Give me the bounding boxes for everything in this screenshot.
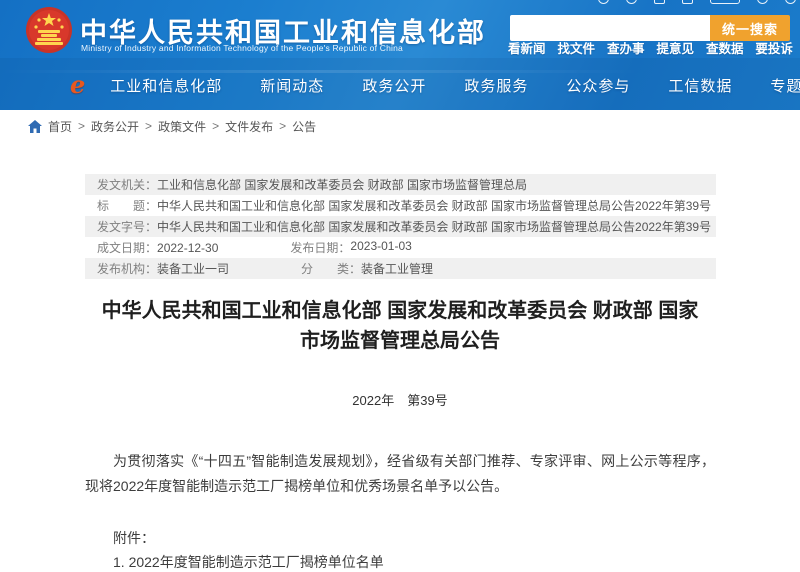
nav-item-topics[interactable]: 专题专栏 bbox=[770, 75, 800, 96]
meta-value: 2022-12-30 bbox=[157, 241, 218, 255]
meta-label: 成文日期： bbox=[97, 239, 157, 256]
attachment-item: 1. 2022年度智能制造示范工厂揭榜单位名单 bbox=[113, 551, 715, 572]
meta-row-doc-number: 发文字号： 中华人民共和国工业和信息化部 国家发展和改革委员会 财政部 国家市场… bbox=[85, 216, 716, 237]
meta-row-title: 标 题： 中华人民共和国工业和信息化部 国家发展和改革委员会 财政部 国家市场监… bbox=[85, 195, 716, 216]
quick-link-news[interactable]: 看新闻 bbox=[508, 38, 546, 57]
meta-value: 工业和信息化部 国家发展和改革委员会 财政部 国家市场监督管理总局 bbox=[157, 176, 527, 193]
breadcrumb-current: 公告 bbox=[292, 118, 316, 135]
breadcrumb-separator: > bbox=[212, 119, 219, 133]
document-paragraph: 为贯彻落实《“十四五”智能制造发展规划》，经省级有关部门推荐、专家评审、网上公示… bbox=[85, 449, 715, 499]
meta-value: 装备工业管理 bbox=[361, 260, 433, 277]
meta-label: 发布机构： bbox=[97, 260, 157, 277]
quick-links: 看新闻 找文件 查办事 提意见 查数据 要投诉 bbox=[508, 38, 793, 57]
attachment-link-1[interactable]: 1. 2022年度智能制造示范工厂揭榜单位名单 bbox=[113, 554, 384, 570]
attachments-label: 附件： bbox=[113, 527, 715, 549]
meta-label: 发文机关： bbox=[97, 176, 157, 193]
main-nav: e 工业和信息化部 新闻动态 政务公开 政务服务 公众参与 工信数据 专题专栏 bbox=[0, 60, 800, 110]
home-icon[interactable] bbox=[28, 120, 42, 133]
topbar-icon-3[interactable] bbox=[654, 0, 665, 4]
topbar-icon-strip bbox=[598, 0, 798, 7]
site-header: 中华人民共和国工业和信息化部 Ministry of Industry and … bbox=[0, 0, 800, 110]
gov-e-logo-icon[interactable]: e bbox=[70, 70, 85, 100]
meta-value: 装备工业一司 bbox=[157, 260, 229, 277]
meta-label: 分 类： bbox=[301, 260, 361, 277]
meta-label: 发布日期： bbox=[290, 239, 350, 256]
nav-item-miit[interactable]: 工业和信息化部 bbox=[110, 75, 222, 96]
meta-value: 2023-01-03 bbox=[350, 239, 411, 256]
nav-item-news[interactable]: 新闻动态 bbox=[260, 75, 324, 96]
meta-row-dates: 成文日期： 2022-12-30 发布日期： 2023-01-03 bbox=[85, 237, 716, 258]
topbar-icon-4[interactable] bbox=[682, 0, 693, 4]
nav-item-gov-services[interactable]: 政务服务 bbox=[464, 75, 528, 96]
breadcrumb-separator: > bbox=[78, 119, 85, 133]
document-meta-table: 发文机关： 工业和信息化部 国家发展和改革委员会 财政部 国家市场监督管理总局 … bbox=[85, 174, 716, 279]
quick-link-files[interactable]: 找文件 bbox=[557, 38, 595, 57]
nav-item-participation[interactable]: 公众参与 bbox=[566, 75, 630, 96]
quick-link-complaint[interactable]: 要投诉 bbox=[755, 38, 793, 57]
meta-label: 发文字号： bbox=[97, 218, 157, 235]
breadcrumb: 首页 > 政务公开 > 政策文件 > 文件发布 > 公告 bbox=[28, 117, 316, 135]
topbar-icon-2[interactable] bbox=[626, 0, 637, 4]
meta-value: 中华人民共和国工业和信息化部 国家发展和改革委员会 财政部 国家市场监督管理总局… bbox=[157, 218, 711, 235]
quick-link-feedback[interactable]: 提意见 bbox=[656, 38, 694, 57]
attachments-section: 附件： 1. 2022年度智能制造示范工厂揭榜单位名单 2. 2022年度智能制… bbox=[85, 527, 715, 572]
page: 中华人民共和国工业和信息化部 Ministry of Industry and … bbox=[0, 0, 800, 572]
meta-value: 中华人民共和国工业和信息化部 国家发展和改革委员会 财政部 国家市场监督管理总局… bbox=[157, 197, 711, 214]
topbar-icon-7[interactable] bbox=[785, 0, 796, 4]
topbar-icon-5[interactable] bbox=[710, 0, 740, 4]
breadcrumb-gov-open[interactable]: 政务公开 bbox=[91, 118, 139, 135]
meta-row-issuing-org: 发文机关： 工业和信息化部 国家发展和改革委员会 财政部 国家市场监督管理总局 bbox=[85, 174, 716, 195]
document-issue-number: 2022年 第39号 bbox=[85, 390, 715, 409]
quick-link-services[interactable]: 查办事 bbox=[607, 38, 645, 57]
meta-row-publisher: 发布机构： 装备工业一司 分 类： 装备工业管理 bbox=[85, 258, 716, 279]
breadcrumb-home[interactable]: 首页 bbox=[48, 118, 72, 135]
site-title-english: Ministry of Industry and Information Tec… bbox=[81, 43, 403, 53]
breadcrumb-policy[interactable]: 政策文件 bbox=[158, 118, 206, 135]
breadcrumb-release[interactable]: 文件发布 bbox=[225, 118, 273, 135]
breadcrumb-separator: > bbox=[145, 119, 152, 133]
quick-link-data[interactable]: 查数据 bbox=[706, 38, 744, 57]
topbar-icon-6[interactable] bbox=[757, 0, 768, 4]
topbar-icon-1[interactable] bbox=[598, 0, 609, 4]
nav-item-gov-open[interactable]: 政务公开 bbox=[362, 75, 426, 96]
document-content: 中华人民共和国工业和信息化部 国家发展和改革委员会 财政部 国家市场监督管理总局… bbox=[85, 296, 715, 572]
meta-label: 标 题： bbox=[97, 197, 157, 214]
breadcrumb-separator: > bbox=[279, 119, 286, 133]
nav-item-data[interactable]: 工信数据 bbox=[668, 75, 732, 96]
document-title: 中华人民共和国工业和信息化部 国家发展和改革委员会 财政部 国家市场监督管理总局… bbox=[85, 296, 715, 356]
national-emblem-icon bbox=[25, 6, 73, 54]
